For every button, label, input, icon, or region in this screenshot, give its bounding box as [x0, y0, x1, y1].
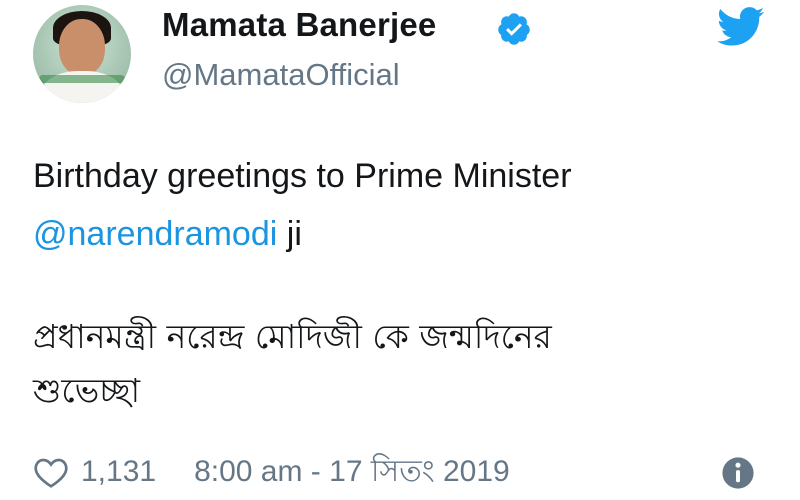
author-name[interactable]: Mamata Banerjee — [162, 6, 436, 44]
tweet-line-1: Birthday greetings to Prime Minister — [33, 157, 572, 195]
avatar[interactable] — [33, 5, 131, 103]
timestamp[interactable]: 8:00 am - 17 সিতং 2019 — [194, 447, 510, 498]
mention-link[interactable]: @narendramodi — [33, 215, 277, 253]
tweet-line-2: @narendramodi ji — [33, 205, 773, 263]
twitter-bird-icon[interactable] — [717, 6, 765, 48]
heart-icon[interactable] — [33, 455, 69, 489]
author-handle[interactable]: @MamataOfficial — [162, 57, 400, 93]
tweet-footer: 1,131 8:00 am - 17 সিতং 2019 — [33, 451, 510, 493]
avatar-sari-border — [39, 75, 125, 83]
avatar-face — [59, 19, 105, 75]
tweet-bengali-text: প্রধানমন্ত্রী নরেন্দ্র মোদিজী কে জন্মদিন… — [33, 310, 773, 418]
verified-badge-icon — [498, 13, 530, 45]
bengali-line-1: প্রধানমন্ত্রী নরেন্দ্র মোদিজী কে জন্মদিন… — [33, 317, 552, 356]
tweet-text: Birthday greetings to Prime Minister @na… — [33, 147, 773, 263]
like-count: 1,131 — [81, 455, 157, 488]
mention-suffix: ji — [277, 215, 302, 253]
info-icon[interactable] — [721, 456, 755, 490]
bengali-line-2: শুভেচ্ছা — [33, 371, 141, 410]
